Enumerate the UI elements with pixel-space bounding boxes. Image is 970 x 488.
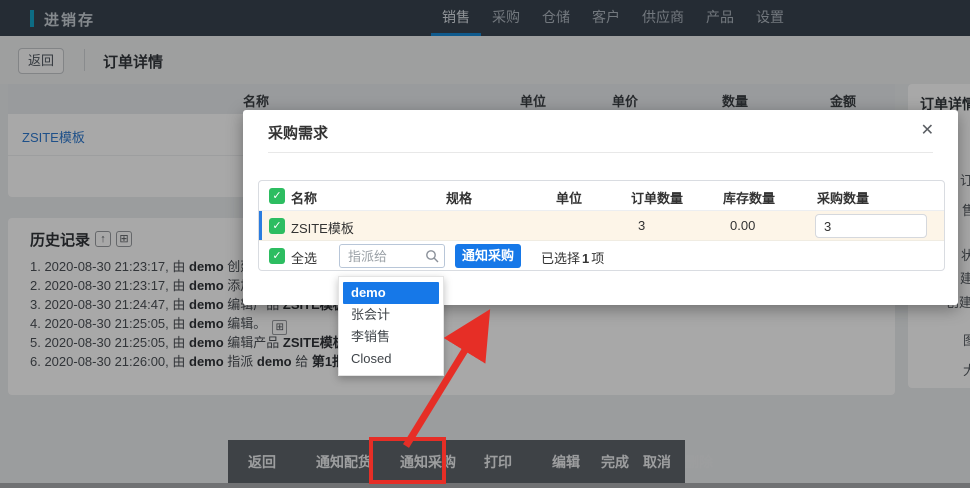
select-all-label: 全选 <box>291 248 317 267</box>
col-stock-qty: 库存数量 <box>723 188 775 207</box>
dropdown-option-demo[interactable]: demo <box>343 282 439 304</box>
modal-divider <box>268 152 933 153</box>
notify-purchase-submit-button[interactable]: 通知采购 <box>455 244 521 268</box>
row-order-qty: 3 <box>638 218 645 233</box>
purchase-qty-input[interactable] <box>815 214 927 238</box>
checkbox-checked-icon[interactable]: ✓ <box>269 218 285 234</box>
selected-count-text: 已选择1项 <box>541 248 604 267</box>
col-spec: 规格 <box>446 188 472 207</box>
dropdown-option-accountant[interactable]: 张会计 <box>339 304 443 326</box>
dropdown-option-closed[interactable]: Closed <box>339 348 443 370</box>
modal-title: 采购需求 <box>268 122 328 143</box>
col-purchase-qty: 采购数量 <box>817 188 869 207</box>
close-icon[interactable]: ✕ <box>921 120 934 140</box>
purchase-demand-table: ✓ 名称 规格 单位 订单数量 库存数量 采购数量 ✓ ZSITE模板 3 0.… <box>258 180 945 271</box>
selected-count: 1 <box>582 251 589 266</box>
modal-table-footer: ✓ 全选 通知采购 已选择1项 <box>259 241 944 271</box>
row-stock-qty: 0.00 <box>730 218 755 233</box>
checkbox-checked-icon[interactable]: ✓ <box>269 188 285 204</box>
modal-table-row-selected[interactable]: ✓ ZSITE模板 3 0.00 <box>259 211 944 241</box>
col-unit: 单位 <box>556 188 582 207</box>
modal-table-header: ✓ 名称 规格 单位 订单数量 库存数量 采购数量 <box>259 181 944 211</box>
col-order-qty: 订单数量 <box>631 188 683 207</box>
app-root: 进销存 销售 采购 仓储 客户 供应商 产品 设置 返回 订单详情 名称 单位 … <box>0 0 970 488</box>
select-all-checkbox-icon[interactable]: ✓ <box>269 248 285 264</box>
assign-search-field <box>339 244 445 268</box>
dropdown-option-sales[interactable]: 李销售 <box>339 326 443 348</box>
assignee-dropdown: demo 张会计 李销售 Closed <box>338 276 444 376</box>
col-name: 名称 <box>291 188 317 207</box>
search-icon <box>425 249 439 263</box>
row-product-name: ZSITE模板 <box>291 218 354 237</box>
